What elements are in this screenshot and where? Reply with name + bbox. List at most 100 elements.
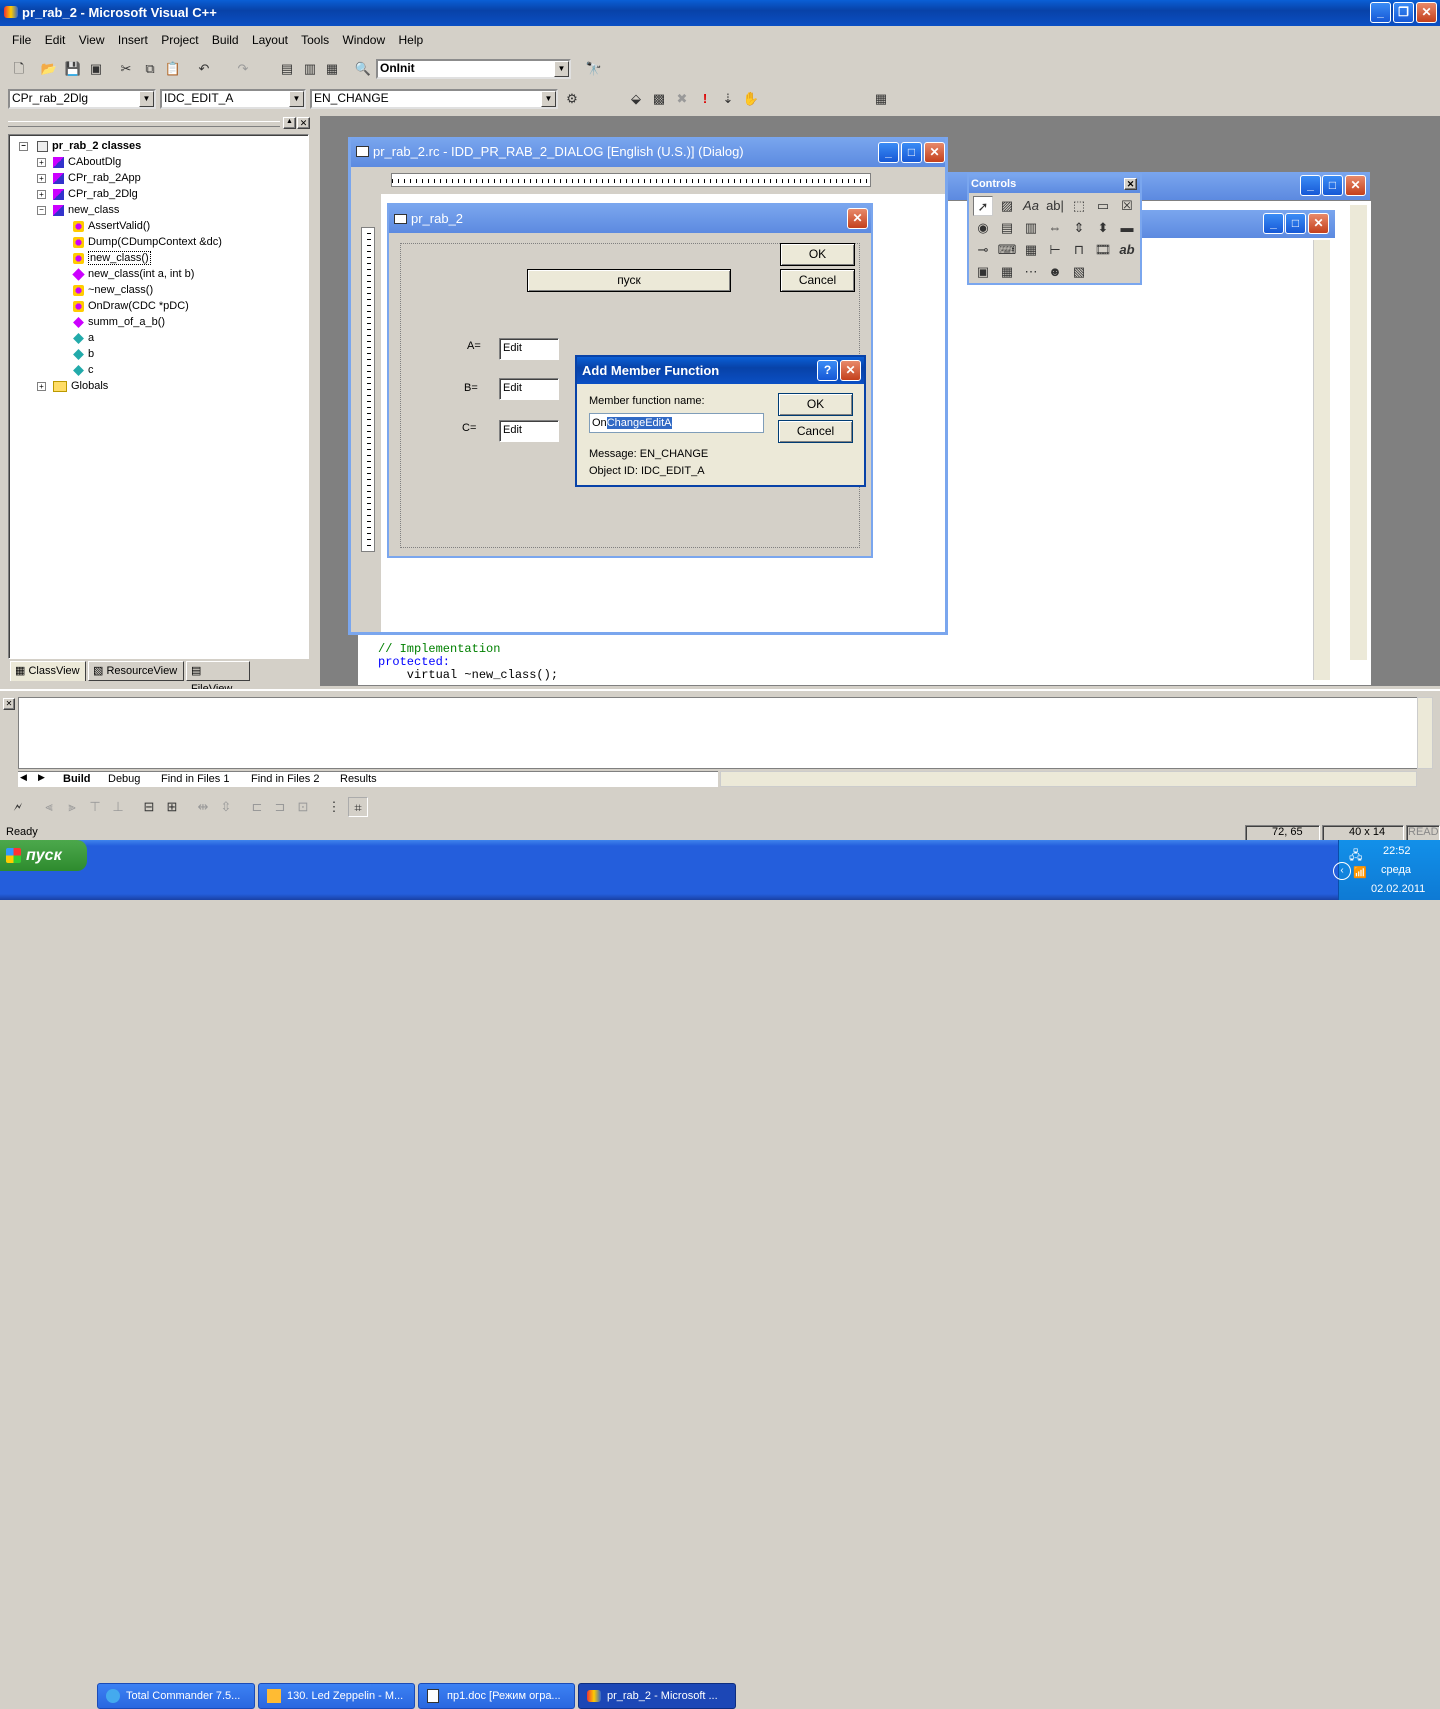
same-size-icon[interactable]: ⊡ bbox=[293, 797, 313, 817]
tab-fileview[interactable]: ▤ FileView bbox=[186, 661, 250, 695]
redo-icon[interactable]: ↷ bbox=[233, 59, 253, 79]
minimize-button[interactable]: _ bbox=[878, 142, 899, 163]
edit-box-icon[interactable]: ab| bbox=[1045, 196, 1065, 216]
output-hscroll[interactable] bbox=[720, 771, 1417, 787]
combo-box-icon[interactable]: ▤ bbox=[997, 218, 1017, 238]
cancel-button[interactable]: Cancel bbox=[780, 269, 855, 292]
spin-icon[interactable]: ⬍ bbox=[1093, 218, 1113, 238]
radio-button-icon[interactable]: ◉ bbox=[973, 218, 993, 238]
copy-icon[interactable]: ⧉ bbox=[140, 59, 160, 79]
close-icon[interactable]: ✕ bbox=[1124, 178, 1137, 190]
close-button[interactable]: ✕ bbox=[1308, 213, 1329, 234]
tab-find-in-files-1[interactable]: Find in Files 1 bbox=[161, 773, 229, 785]
open-icon[interactable]: 📂 bbox=[39, 59, 59, 79]
menu-window[interactable]: Window bbox=[342, 33, 385, 47]
close-button[interactable]: ✕ bbox=[924, 142, 945, 163]
menu-tools[interactable]: Tools bbox=[301, 33, 329, 47]
animate-icon[interactable]: 🎞 bbox=[1093, 240, 1113, 260]
progress-icon[interactable]: ▬ bbox=[1117, 218, 1137, 238]
task-visual-cpp[interactable]: pr_rab_2 - Microsoft ... bbox=[578, 1683, 736, 1709]
ok-button[interactable]: OK bbox=[780, 243, 855, 266]
close-button[interactable]: ✕ bbox=[847, 208, 868, 229]
wizard-action-icon[interactable]: ⚙ bbox=[562, 89, 582, 109]
cancel-button[interactable]: Cancel bbox=[778, 420, 853, 443]
save-all-icon[interactable]: ▣ bbox=[86, 59, 106, 79]
menu-project[interactable]: Project bbox=[161, 33, 198, 47]
tree-member[interactable]: new_class(int a, int b) bbox=[72, 267, 194, 281]
tree-member[interactable]: c bbox=[73, 364, 94, 376]
toggle-grid-icon[interactable]: ⋮ bbox=[324, 797, 344, 817]
outer-scrollbar[interactable] bbox=[1350, 205, 1367, 660]
toggle-guides-icon[interactable]: ⌗ bbox=[348, 797, 368, 817]
tree-member[interactable]: b bbox=[73, 348, 94, 360]
maximize-button[interactable]: □ bbox=[901, 142, 922, 163]
tree-globals[interactable]: + Globals bbox=[37, 380, 108, 392]
menu-help[interactable]: Help bbox=[399, 33, 424, 47]
menu-layout[interactable]: Layout bbox=[252, 33, 288, 47]
function-name-input[interactable]: OnChangeEditA bbox=[589, 413, 764, 433]
group-box-icon[interactable]: ⬚ bbox=[1069, 196, 1089, 216]
tree-class-cpr-rab-2dlg[interactable]: + CPr_rab_2Dlg bbox=[37, 188, 138, 200]
pointer-icon[interactable]: ➚ bbox=[973, 196, 993, 216]
task-total-commander[interactable]: Total Commander 7.5... bbox=[97, 1683, 255, 1709]
align-left-icon[interactable]: ⫷ bbox=[39, 797, 59, 817]
tab-resourceview[interactable]: ▧ ResourceView bbox=[88, 661, 184, 681]
task-winamp[interactable]: 130. Led Zeppelin - M... bbox=[258, 1683, 415, 1709]
custom-control-icon[interactable]: ☻ bbox=[1045, 262, 1065, 282]
execute-icon[interactable]: ! bbox=[695, 89, 715, 109]
tree-root[interactable]: − pr_rab_2 classes bbox=[19, 140, 141, 152]
minimize-button[interactable]: _ bbox=[1263, 213, 1284, 234]
combo-ex-icon[interactable]: ▧ bbox=[1069, 262, 1089, 282]
find-in-files-icon[interactable]: 🔍 bbox=[353, 59, 373, 79]
restore-button[interactable]: ❐ bbox=[1393, 2, 1414, 23]
editor-scrollbar[interactable] bbox=[1313, 240, 1330, 680]
same-height-icon[interactable]: ⊐ bbox=[270, 797, 290, 817]
hotkey-icon[interactable]: ⌨ bbox=[997, 240, 1017, 260]
tab-build[interactable]: Build bbox=[63, 773, 91, 785]
menu-insert[interactable]: Insert bbox=[118, 33, 148, 47]
go-icon[interactable]: ⇣ bbox=[718, 89, 738, 109]
output-icon[interactable]: ▥ bbox=[300, 59, 320, 79]
align-top-icon[interactable]: ⊤ bbox=[85, 797, 105, 817]
calendar-icon[interactable]: ▦ bbox=[997, 262, 1017, 282]
tab-debug[interactable]: Debug bbox=[108, 773, 140, 785]
tree-member[interactable]: AssertValid() bbox=[73, 220, 150, 232]
test-dialog-icon[interactable]: 🗲 bbox=[8, 797, 28, 817]
menu-file[interactable]: File bbox=[12, 33, 31, 47]
new-file-icon[interactable]: 🗋 bbox=[9, 59, 29, 79]
edit-a[interactable]: Edit bbox=[499, 338, 559, 360]
output-text-area[interactable] bbox=[18, 697, 1418, 769]
stop-build-icon[interactable]: ✖ bbox=[672, 89, 692, 109]
panel-close-button[interactable]: ✕ bbox=[297, 117, 310, 129]
task-word[interactable]: пр1.doc [Режим огра... bbox=[418, 1683, 575, 1709]
tree-control-icon[interactable]: ⊢ bbox=[1045, 240, 1065, 260]
chevron-down-icon[interactable]: ▼ bbox=[554, 61, 569, 77]
hscroll-icon[interactable]: ⇔ bbox=[1045, 218, 1065, 238]
save-icon[interactable]: 💾 bbox=[63, 59, 83, 79]
tree-class-cpr-rab-2app[interactable]: + CPr_rab_2App bbox=[37, 172, 141, 184]
close-button[interactable]: ✕ bbox=[1416, 2, 1437, 23]
tab-results[interactable]: Results bbox=[340, 773, 377, 785]
check-box-icon[interactable]: ☒ bbox=[1117, 196, 1137, 216]
help-button[interactable]: ? bbox=[817, 360, 838, 381]
chevron-down-icon[interactable]: ▼ bbox=[139, 91, 154, 107]
slider-icon[interactable]: ⊸ bbox=[973, 240, 993, 260]
tree-member[interactable]: OnDraw(CDC *pDC) bbox=[73, 300, 189, 312]
menu-build[interactable]: Build bbox=[212, 33, 239, 47]
edit-c[interactable]: Edit bbox=[499, 420, 559, 442]
tab-scroll-right-icon[interactable]: ▶ bbox=[38, 772, 45, 783]
cut-icon[interactable]: ✂ bbox=[116, 59, 136, 79]
start-button[interactable]: пуск bbox=[0, 840, 87, 871]
find-icon[interactable]: 🔭 bbox=[584, 59, 604, 79]
list-control-icon[interactable]: ▦ bbox=[1021, 240, 1041, 260]
layout-icon[interactable]: ▦ bbox=[871, 89, 891, 109]
maximize-button[interactable]: □ bbox=[1322, 175, 1343, 196]
date-picker-icon[interactable]: ▣ bbox=[973, 262, 993, 282]
build-icon[interactable]: ▩ bbox=[649, 89, 669, 109]
align-right-icon[interactable]: ⫸ bbox=[62, 797, 82, 817]
id-combo[interactable]: IDC_EDIT_A ▼ bbox=[160, 89, 306, 109]
vscroll-icon[interactable]: ⇕ bbox=[1069, 218, 1089, 238]
center-vertical-icon[interactable]: ⊟ bbox=[139, 797, 159, 817]
edit-b[interactable]: Edit bbox=[499, 378, 559, 400]
output-vscroll[interactable] bbox=[1417, 697, 1433, 769]
